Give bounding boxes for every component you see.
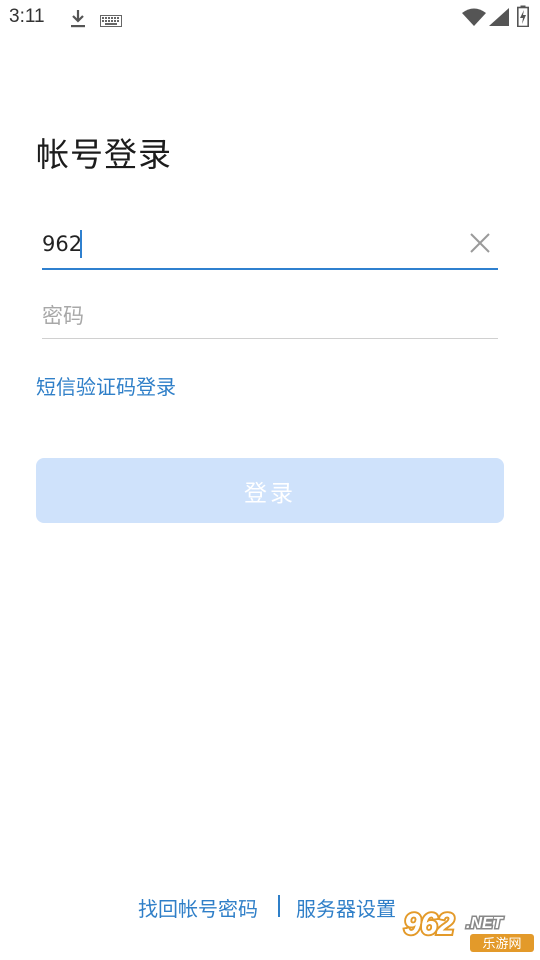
page-title: 帐号登录	[36, 135, 172, 174]
keyboard-icon	[100, 12, 122, 31]
download-icon	[70, 9, 86, 33]
status-time: 3:11	[9, 6, 45, 27]
svg-text:乐游网: 乐游网	[482, 937, 521, 952]
username-input[interactable]	[42, 222, 452, 266]
watermark-logo: 962 962 .NET 乐游网	[400, 906, 538, 956]
sms-login-link[interactable]: 短信验证码登录	[36, 371, 176, 400]
server-settings-link[interactable]: 服务器设置	[296, 893, 396, 922]
password-input[interactable]	[42, 294, 452, 338]
recover-account-link[interactable]: 找回帐号密码	[138, 893, 258, 922]
password-field[interactable]	[42, 294, 498, 339]
text-caret	[80, 230, 82, 258]
svg-text:962: 962	[404, 908, 454, 941]
status-bar: 3:11	[0, 0, 540, 36]
wifi-icon	[462, 8, 486, 30]
signal-icon	[489, 8, 509, 30]
username-field[interactable]	[42, 222, 498, 270]
clear-icon[interactable]	[468, 231, 492, 255]
login-button[interactable]: 登录	[36, 458, 504, 523]
footer-divider	[278, 895, 280, 917]
battery-charging-icon	[517, 5, 529, 31]
svg-text:.NET: .NET	[466, 915, 504, 932]
